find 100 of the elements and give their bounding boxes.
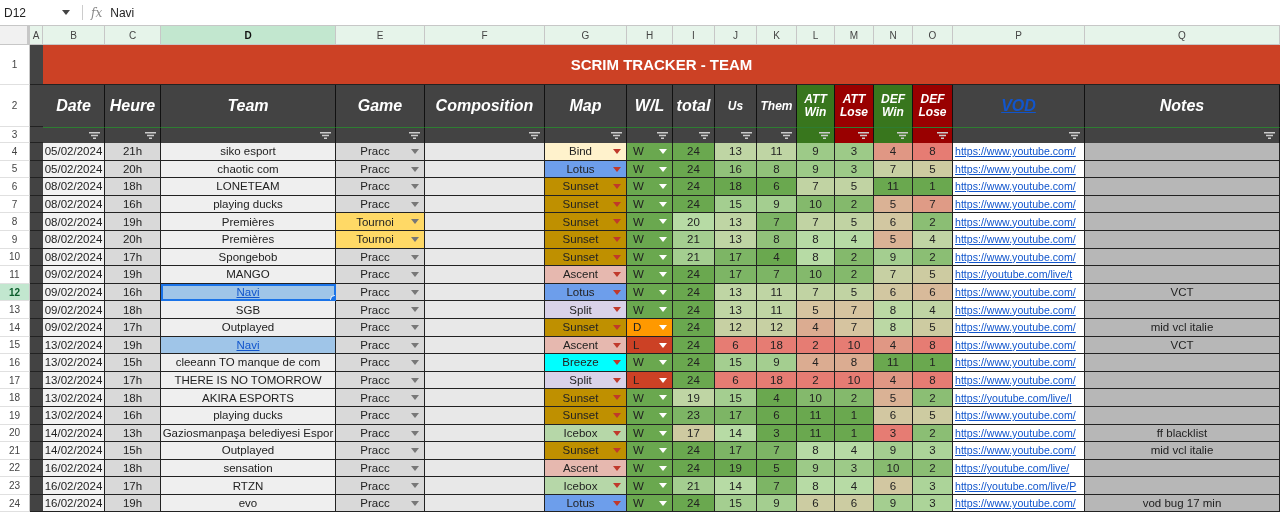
- row-header[interactable]: 8: [0, 213, 30, 231]
- dropdown-chip[interactable]: Pracc: [336, 143, 425, 161]
- dropdown-chip[interactable]: Sunset: [545, 213, 627, 231]
- dropdown-chip[interactable]: W: [627, 301, 673, 319]
- caret-icon: [613, 236, 621, 242]
- row-header[interactable]: 4: [0, 143, 30, 161]
- column-heading: ATT Win: [797, 85, 835, 127]
- column-heading: Team: [161, 85, 336, 127]
- filter-icon[interactable]: [89, 132, 100, 139]
- filter-icon[interactable]: [819, 132, 830, 139]
- link-cell[interactable]: https://youtube.com/live/t: [953, 266, 1085, 284]
- filter-icon[interactable]: [145, 132, 156, 139]
- dropdown-chip[interactable]: W: [627, 266, 673, 284]
- filter-icon[interactable]: [699, 132, 710, 139]
- row-header[interactable]: 2: [0, 85, 30, 127]
- dropdown-chip[interactable]: Bind: [545, 143, 627, 161]
- dropdown-chip[interactable]: Split: [545, 301, 627, 319]
- table-cell: 16/02/2024: [43, 477, 105, 495]
- cell-reference-box[interactable]: D12: [0, 5, 74, 20]
- caret-icon: [613, 324, 621, 330]
- filter-icon[interactable]: [409, 132, 420, 139]
- row-header[interactable]: 13: [0, 301, 30, 319]
- caret-icon: [411, 412, 419, 418]
- caret-icon: [411, 430, 419, 436]
- dropdown-chip[interactable]: Tournoi: [336, 213, 425, 231]
- filter-icon[interactable]: [320, 132, 331, 139]
- dropdown-chip[interactable]: W: [627, 389, 673, 407]
- link-cell[interactable]: https://www.youtube.com/: [953, 442, 1085, 460]
- dropdown-chip[interactable]: Sunset: [545, 442, 627, 460]
- filter-icon[interactable]: [529, 132, 540, 139]
- filter-icon[interactable]: [657, 132, 668, 139]
- filter-icon[interactable]: [858, 132, 869, 139]
- dropdown-chip[interactable]: Pracc: [336, 354, 425, 372]
- row-header[interactable]: 18: [0, 389, 30, 407]
- row-header[interactable]: 6: [0, 178, 30, 196]
- column-header[interactable]: J: [715, 26, 757, 45]
- row-header[interactable]: 11: [0, 266, 30, 284]
- filter-icon[interactable]: [937, 132, 948, 139]
- row-header[interactable]: 16: [0, 354, 30, 372]
- filter-icon[interactable]: [741, 132, 752, 139]
- column-heading: Map: [545, 85, 627, 127]
- column-header[interactable]: G: [545, 26, 627, 45]
- column-header[interactable]: F: [425, 26, 545, 45]
- table-cell: 20: [673, 213, 715, 231]
- table-cell: 18h: [105, 389, 161, 407]
- column-header[interactable]: K: [757, 26, 797, 45]
- dropdown-chip[interactable]: Pracc: [336, 442, 425, 460]
- dropdown-chip[interactable]: Pracc: [336, 477, 425, 495]
- link-cell[interactable]: https://www.youtube.com/: [953, 178, 1085, 196]
- frozen-column-cell: [30, 178, 43, 196]
- column-header[interactable]: N: [874, 26, 913, 45]
- row-header[interactable]: 1: [0, 45, 30, 85]
- column-header[interactable]: D: [161, 26, 336, 45]
- caret-icon: [411, 395, 419, 401]
- link-cell[interactable]: https://www.youtube.com/: [953, 143, 1085, 161]
- dropdown-chip[interactable]: Breeze: [545, 354, 627, 372]
- dropdown-chip[interactable]: Pracc: [336, 266, 425, 284]
- filter-icon[interactable]: [1264, 132, 1275, 139]
- table-cell: RTZN: [161, 477, 336, 495]
- table-cell: 13: [715, 143, 757, 161]
- caret-icon: [613, 307, 621, 313]
- link-cell[interactable]: https://www.youtube.com/: [953, 213, 1085, 231]
- formula-value[interactable]: Navi: [110, 5, 135, 20]
- dropdown-chip[interactable]: W: [627, 442, 673, 460]
- row-header[interactable]: 3: [0, 127, 30, 143]
- column-header[interactable]: B: [43, 26, 105, 45]
- link-cell[interactable]: https://youtube.com/live/P: [953, 477, 1085, 495]
- filter-icon[interactable]: [611, 132, 622, 139]
- dropdown-chip[interactable]: Ascent: [545, 266, 627, 284]
- dropdown-chip[interactable]: W: [627, 213, 673, 231]
- dropdown-chip[interactable]: W: [627, 178, 673, 196]
- column-header[interactable]: I: [673, 26, 715, 45]
- dropdown-chip[interactable]: Pracc: [336, 389, 425, 407]
- link-cell[interactable]: https://youtube.com/live/l: [953, 389, 1085, 407]
- column-header[interactable]: C: [105, 26, 161, 45]
- column-header[interactable]: O: [913, 26, 953, 45]
- row-header[interactable]: 23: [0, 477, 30, 495]
- link-cell[interactable]: https://www.youtube.com/: [953, 354, 1085, 372]
- dropdown-chip[interactable]: W: [627, 477, 673, 495]
- column-header[interactable]: L: [797, 26, 835, 45]
- column-header[interactable]: Q: [1085, 26, 1280, 45]
- column-header[interactable]: H: [627, 26, 673, 45]
- dropdown-chip[interactable]: Pracc: [336, 178, 425, 196]
- filter-icon[interactable]: [897, 132, 908, 139]
- filter-icon[interactable]: [1069, 132, 1080, 139]
- column-header[interactable]: A: [30, 26, 43, 45]
- table-cell: 8: [835, 354, 874, 372]
- row-header[interactable]: 21: [0, 442, 30, 460]
- dropdown-chip[interactable]: Pracc: [336, 301, 425, 319]
- dropdown-chip[interactable]: Sunset: [545, 389, 627, 407]
- dropdown-chip[interactable]: Sunset: [545, 178, 627, 196]
- link-cell[interactable]: https://www.youtube.com/: [953, 301, 1085, 319]
- dropdown-chip[interactable]: Icebox: [545, 477, 627, 495]
- dropdown-chip[interactable]: W: [627, 143, 673, 161]
- column-header[interactable]: P: [953, 26, 1085, 45]
- dropdown-chip[interactable]: W: [627, 354, 673, 372]
- filter-icon[interactable]: [781, 132, 792, 139]
- column-header[interactable]: E: [336, 26, 425, 45]
- column-header[interactable]: M: [835, 26, 874, 45]
- frozen-column-cell: [30, 442, 43, 460]
